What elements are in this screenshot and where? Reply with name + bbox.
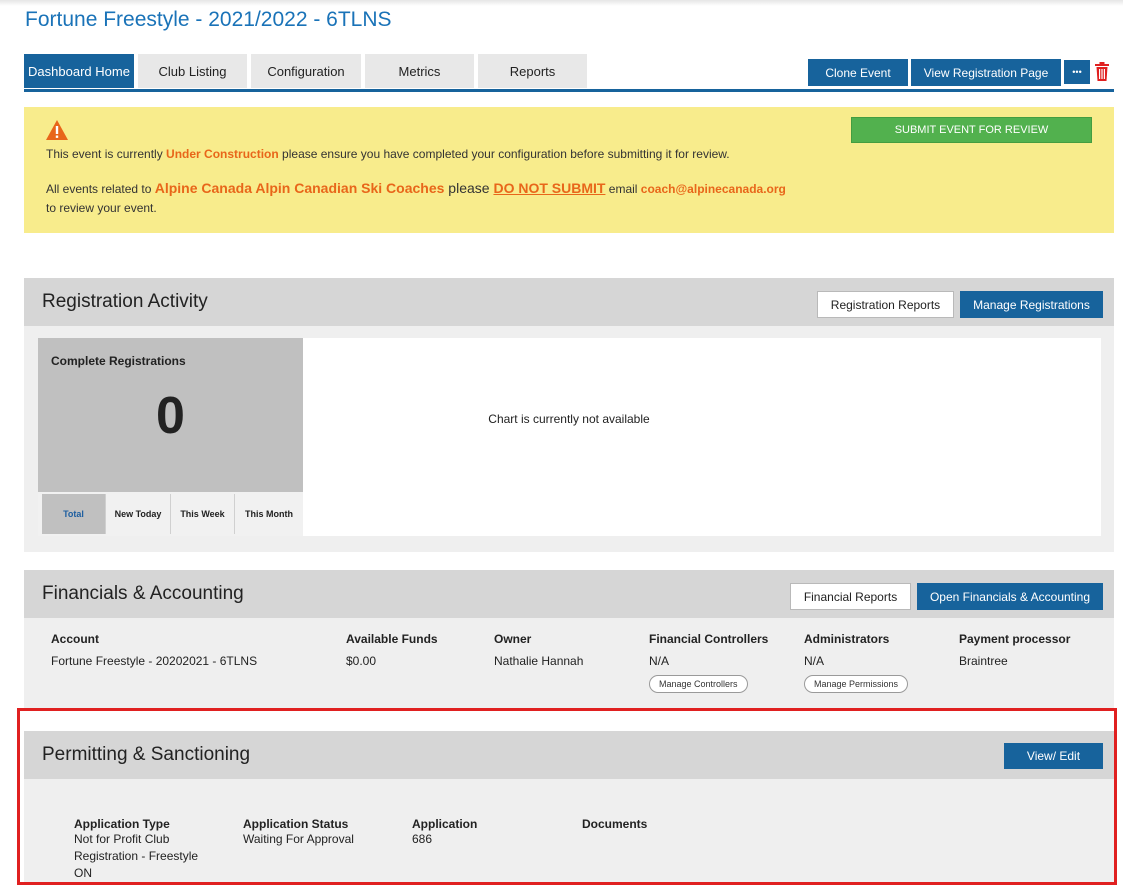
permitting-body: Application Type Not for Profit Club Reg… bbox=[24, 779, 1114, 882]
funds-column: Available Funds $0.00 bbox=[346, 632, 438, 668]
manage-controllers-button[interactable]: Manage Controllers bbox=[649, 675, 748, 693]
period-tab-new-today[interactable]: New Today bbox=[106, 494, 171, 534]
processor-column: Payment processor Braintree bbox=[959, 632, 1070, 668]
application-type-heading: Application Type bbox=[74, 817, 170, 831]
processor-value: Braintree bbox=[959, 654, 1008, 668]
controllers-heading: Financial Controllers bbox=[649, 632, 769, 646]
status-under-construction: Under Construction bbox=[166, 147, 279, 161]
contact-email[interactable]: coach@alpinecanada.org bbox=[641, 182, 786, 196]
account-column: Account Fortune Freestyle - 20202021 - 6… bbox=[51, 632, 257, 668]
warning-text: All events related to bbox=[46, 182, 155, 196]
warning-line-3: to review your event. bbox=[46, 201, 157, 215]
account-heading: Account bbox=[51, 632, 99, 646]
registration-activity-header: Registration Activity Registration Repor… bbox=[24, 278, 1114, 326]
warning-triangle-icon bbox=[46, 120, 68, 140]
financials-body: Account Fortune Freestyle - 20202021 - 6… bbox=[24, 618, 1114, 708]
tab-club-listing[interactable]: Club Listing bbox=[138, 54, 247, 88]
warning-text: please ensure you have completed your co… bbox=[278, 147, 730, 161]
period-tab-this-month[interactable]: This Month bbox=[235, 494, 303, 534]
application-status-heading: Application Status bbox=[243, 817, 349, 831]
application-status-value: Waiting For Approval bbox=[243, 832, 354, 846]
submit-event-for-review-button[interactable]: SUBMIT EVENT FOR REVIEW bbox=[851, 117, 1092, 143]
period-tab-this-week[interactable]: This Week bbox=[171, 494, 235, 534]
main-tabs: Dashboard Home Club Listing Configuratio… bbox=[24, 54, 591, 88]
permitting-header: Permitting & Sanctioning View/ Edit bbox=[24, 731, 1114, 779]
warning-text: email bbox=[605, 182, 641, 196]
period-tab-total[interactable]: Total bbox=[42, 494, 106, 534]
registration-activity-body: Complete Registrations 0 Total New Today… bbox=[24, 326, 1114, 552]
complete-registrations-card: Complete Registrations 0 Total New Today… bbox=[38, 338, 303, 536]
application-type-value: Not for Profit Club Registration - Frees… bbox=[74, 832, 199, 880]
tab-underline bbox=[24, 89, 1114, 92]
application-column: Application 686 bbox=[412, 817, 562, 848]
open-financials-button[interactable]: Open Financials & Accounting bbox=[917, 583, 1103, 610]
funds-heading: Available Funds bbox=[346, 632, 438, 646]
manage-permissions-button[interactable]: Manage Permissions bbox=[804, 675, 909, 693]
complete-registrations-label: Complete Registrations bbox=[51, 354, 186, 368]
top-shadow bbox=[0, 0, 1123, 6]
warning-text: This event is currently bbox=[46, 147, 167, 161]
application-heading: Application bbox=[412, 817, 478, 831]
view-registration-page-button[interactable]: View Registration Page bbox=[911, 59, 1061, 86]
documents-heading: Documents bbox=[582, 817, 648, 831]
financial-reports-button[interactable]: Financial Reports bbox=[790, 583, 911, 610]
tab-configuration[interactable]: Configuration bbox=[251, 54, 361, 88]
section-title: Permitting & Sanctioning bbox=[42, 744, 251, 765]
view-edit-button[interactable]: View/ Edit bbox=[1004, 743, 1103, 769]
more-options-button[interactable]: ••• bbox=[1064, 60, 1090, 84]
controllers-value: N/A bbox=[649, 654, 670, 668]
organization-name: Alpine Canada Alpin Canadian Ski Coaches bbox=[154, 180, 445, 196]
page-title: Fortune Freestyle - 2021/2022 - 6TLNS bbox=[25, 8, 392, 31]
under-construction-warning: SUBMIT EVENT FOR REVIEW This event is cu… bbox=[24, 107, 1114, 233]
manage-registrations-button[interactable]: Manage Registrations bbox=[960, 291, 1103, 318]
application-status-column: Application Status Waiting For Approval bbox=[243, 817, 393, 848]
financials-header: Financials & Accounting Financial Report… bbox=[24, 570, 1114, 618]
chart-unavailable-message: Chart is currently not available bbox=[488, 412, 650, 426]
application-number[interactable]: 686 bbox=[412, 831, 562, 848]
section-title: Financials & Accounting bbox=[42, 583, 244, 604]
administrators-heading: Administrators bbox=[804, 632, 890, 646]
do-not-submit-notice: DO NOT SUBMIT bbox=[493, 180, 606, 196]
warning-text: please bbox=[444, 180, 494, 196]
tab-dashboard-home[interactable]: Dashboard Home bbox=[24, 54, 134, 88]
owner-value: Nathalie Hannah bbox=[494, 654, 584, 668]
clone-event-button[interactable]: Clone Event bbox=[808, 59, 908, 86]
section-title: Registration Activity bbox=[42, 291, 208, 312]
tab-reports[interactable]: Reports bbox=[478, 54, 587, 88]
administrators-column: Administrators N/A Manage Permissions bbox=[804, 632, 909, 693]
owner-heading: Owner bbox=[494, 632, 532, 646]
documents-column: Documents bbox=[582, 817, 732, 831]
trash-icon[interactable] bbox=[1094, 61, 1110, 82]
processor-heading: Payment processor bbox=[959, 632, 1071, 646]
owner-column: Owner Nathalie Hannah bbox=[494, 632, 583, 668]
tab-metrics[interactable]: Metrics bbox=[365, 54, 474, 88]
account-value: Fortune Freestyle - 20202021 - 6TLNS bbox=[51, 654, 258, 668]
registration-chart: Chart is currently not available bbox=[303, 338, 1101, 536]
controllers-column: Financial Controllers N/A Manage Control… bbox=[649, 632, 768, 693]
warning-line-2: All events related to Alpine Canada Alpi… bbox=[46, 180, 786, 196]
registration-reports-button[interactable]: Registration Reports bbox=[817, 291, 954, 318]
period-tabs: Total New Today This Week This Month bbox=[38, 492, 303, 536]
funds-value: $0.00 bbox=[346, 654, 377, 668]
administrators-value: N/A bbox=[804, 654, 825, 668]
registration-count: 0 bbox=[156, 387, 185, 445]
warning-line-1: This event is currently Under Constructi… bbox=[46, 147, 730, 161]
application-type-column: Application Type Not for Profit Club Reg… bbox=[74, 817, 214, 882]
